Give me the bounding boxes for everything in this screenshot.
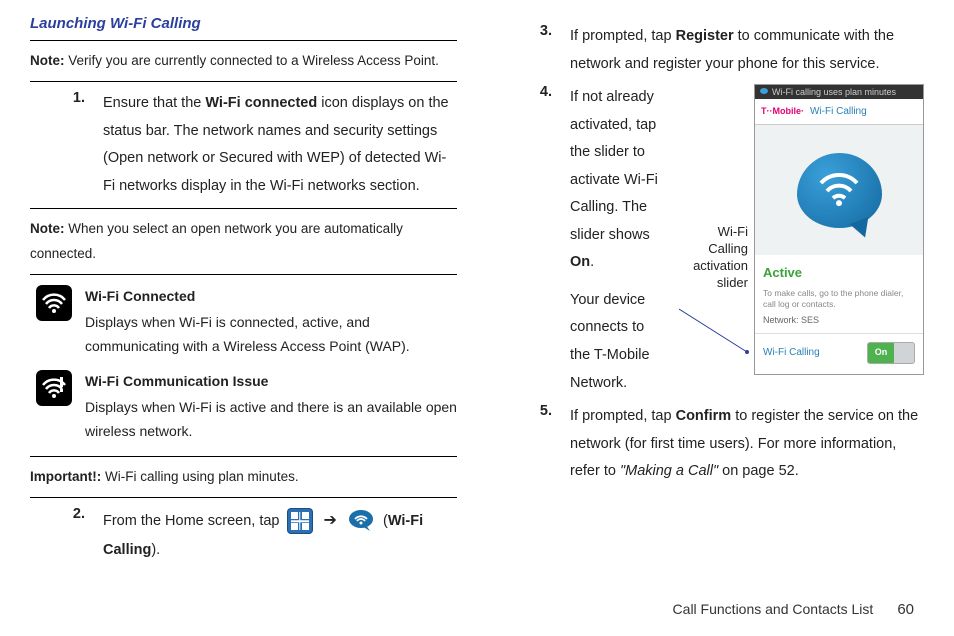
note-text: Verify you are currently connected to a … (65, 53, 439, 68)
wifi-calling-app-icon (348, 509, 376, 533)
icon-desc: Displays when Wi-Fi is connected, active… (85, 314, 410, 354)
note-label: Note: (30, 53, 65, 68)
arrow-icon: ➔ (324, 506, 337, 536)
icon-row-connected: Wi-Fi Connected Displays when Wi-Fi is c… (30, 285, 457, 358)
rule (30, 208, 457, 209)
step-body: If prompted, tap Register to communicate… (570, 23, 924, 78)
phone-statusbar: Wi-Fi calling uses plan minutes (755, 85, 923, 99)
step-number: 2. (30, 506, 103, 564)
step-5: 5. If prompted, tap Confirm to register … (497, 403, 924, 486)
footer-page-number: 60 (897, 601, 914, 618)
wifi-connected-icon (36, 285, 72, 321)
step-1: 1. Ensure that the Wi-Fi connected icon … (30, 90, 457, 200)
icon-title: Wi-Fi Connected (85, 285, 457, 309)
network-label: Network: SES (763, 312, 915, 329)
slider-label: Wi-Fi Calling (763, 343, 820, 362)
rule (30, 274, 457, 275)
feature-title: Wi-Fi Calling (810, 102, 867, 121)
phone-screenshot: Wi-Fi calling uses plan minutes T··Mobil… (754, 84, 924, 375)
phone-graphic (755, 125, 923, 255)
note-text: Wi-Fi calling using plan minutes. (101, 469, 298, 484)
active-subtext: To make calls, go to the phone dialer, c… (763, 288, 915, 310)
rule (30, 497, 457, 498)
icon-title: Wi-Fi Communication Issue (85, 370, 457, 394)
note-label: Note: (30, 221, 65, 236)
step-3: 3. If prompted, tap Register to communic… (497, 23, 924, 78)
right-column: 3. If prompted, tap Register to communic… (497, 15, 924, 585)
phone-slider-row: Wi-Fi Calling On (755, 333, 923, 374)
wifi-calling-toggle[interactable]: On (867, 342, 915, 364)
rule (30, 81, 457, 82)
callout-line (679, 304, 759, 354)
note-text: When you select an open network you are … (30, 221, 403, 260)
active-label: Active (763, 261, 915, 286)
step-body: If prompted, tap Confirm to register the… (570, 403, 924, 486)
speech-bubble-icon (797, 153, 882, 228)
step-number: 4. (497, 84, 570, 397)
footer-section: Call Functions and Contacts List (673, 601, 874, 617)
step-4: 4. If not already activated, tap the sli… (497, 84, 924, 397)
rule (30, 40, 457, 41)
note-label: Important!: (30, 469, 101, 484)
important-note: Important!: Wi-Fi calling using plan min… (30, 465, 457, 489)
step-number: 1. (30, 90, 103, 200)
step-body: Ensure that the Wi-Fi connected icon dis… (103, 90, 457, 200)
phone-titlebar: T··Mobile· Wi-Fi Calling (755, 99, 923, 125)
apps-grid-icon (287, 508, 313, 534)
step-body: From the Home screen, tap ➔ (103, 506, 457, 564)
toggle-on-label: On (868, 343, 894, 363)
step-number: 5. (497, 403, 570, 486)
page-footer: Call Functions and Contacts List 60 (673, 601, 914, 618)
note-2: Note: When you select an open network yo… (30, 217, 457, 266)
icon-desc: Displays when Wi-Fi is active and there … (85, 399, 457, 439)
phone-status-panel: Active To make calls, go to the phone di… (755, 255, 923, 333)
icon-row-issue: Wi-Fi Communication Issue Displays when … (30, 370, 457, 443)
carrier-logo: T··Mobile· (761, 103, 804, 120)
rule (30, 456, 457, 457)
step-body: If not already activated, tap the slider… (570, 84, 666, 397)
section-heading: Launching Wi-Fi Calling (30, 15, 457, 32)
note-1: Note: Verify you are currently connected… (30, 49, 457, 73)
callout-label: Wi-Fi Calling activation slider (676, 224, 748, 292)
left-column: Launching Wi-Fi Calling Note: Verify you… (30, 15, 457, 585)
step-2: 2. From the Home screen, tap ➔ (30, 506, 457, 564)
step-number: 3. (497, 23, 570, 78)
wifi-issue-icon (36, 370, 72, 406)
